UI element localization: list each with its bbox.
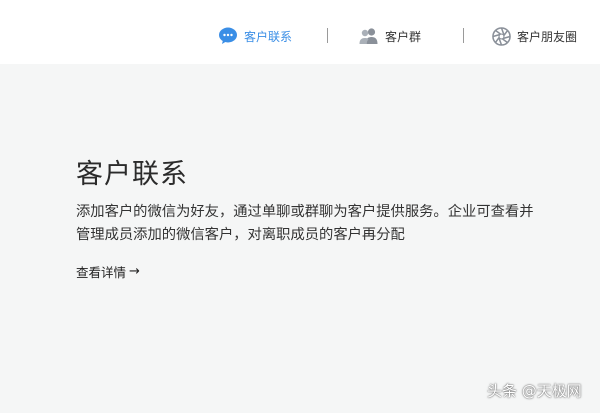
aperture-icon	[491, 26, 511, 46]
view-details-label: 查看详情	[76, 265, 127, 280]
tab-divider	[463, 28, 464, 43]
arrow-right-icon: →	[129, 264, 140, 279]
chat-bubble-icon	[218, 26, 238, 46]
group-users-icon	[359, 26, 379, 46]
tab-label: 客户朋友圈	[517, 29, 578, 44]
tab-customer-moments[interactable]: 客户朋友圈	[491, 25, 577, 47]
view-details-link[interactable]: 查看详情 →	[76, 262, 140, 281]
tab-customer-group[interactable]: 客户群	[359, 25, 421, 47]
description-text: 添加客户的微信为好友，通过单聊或群聊为客户提供服务。企业可查看并管理成员添加的微…	[76, 204, 534, 243]
tab-label: 客户群	[385, 29, 422, 44]
top-nav: 客户联系 客户群 客户朋友圈	[0, 0, 600, 64]
tab-label: 客户联系	[244, 29, 293, 44]
page-title: 客户联系	[76, 159, 188, 190]
tab-divider	[327, 28, 328, 43]
watermark: 头条 @天极网	[487, 382, 582, 400]
tab-customer-contact[interactable]: 客户联系	[218, 25, 292, 47]
